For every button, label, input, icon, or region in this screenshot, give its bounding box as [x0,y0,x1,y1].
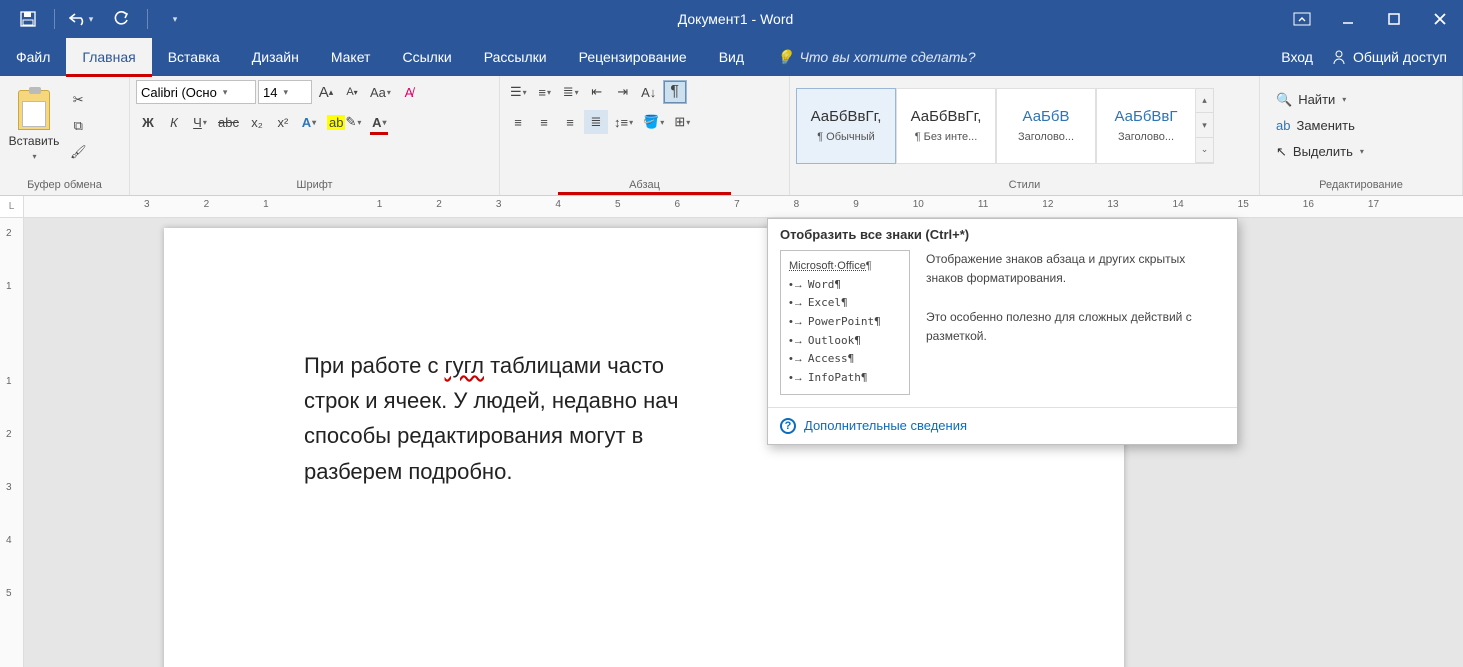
tooltip-preview: Microsoft·Office¶ •→Word¶ •→Excel¶ •→Pow… [780,250,910,395]
group-paragraph: ☰▾ ≡▾ ≣▾ ⇤ ⇥ A↓ ¶ ≡ ≡ ≡ ≣ ↕≡▾ 🪣▾ ⊞▾ Абза… [500,76,790,195]
tab-insert[interactable]: Вставка [152,38,236,76]
redo-icon[interactable] [103,3,139,35]
style-heading2[interactable]: АаБбВвГ Заголово... [1096,88,1196,164]
window-title: Документ1 - Word [192,11,1279,27]
clipboard-icon [18,90,50,130]
numbering-icon[interactable]: ≡▾ [533,80,557,104]
font-color-icon[interactable]: A▾ [367,110,391,134]
info-icon: ? [780,418,796,434]
tab-file[interactable]: Файл [0,38,66,76]
title-bar: ▾ ▾ Документ1 - Word [0,0,1463,38]
bulb-icon: 💡 [776,49,793,66]
save-icon[interactable] [10,3,46,35]
maximize-icon[interactable] [1371,0,1417,38]
copy-icon[interactable]: ⧉ [66,114,90,138]
style-normal[interactable]: АаБбВвГг, ¶ Обычный [796,88,896,164]
group-label-editing: Редактирование [1260,175,1462,195]
line-spacing-icon[interactable]: ↕≡▾ [610,110,637,134]
ribbon: Вставить ▾ ✂ ⧉ 🖌 Буфер обмена Calibri (О… [0,76,1463,196]
group-font: Calibri (Осно▾ 14▾ A▴ A▾ Aa▾ A̸ Ж К Ч▾ a… [130,76,500,195]
cursor-icon: ↖ [1276,144,1287,160]
ruler-row: L 3211234567891011121314151617 [0,196,1463,218]
shading-icon[interactable]: 🪣▾ [639,110,668,134]
group-styles: АаБбВвГг, ¶ Обычный АаБбВвГг, ¶ Без инте… [790,76,1260,195]
superscript-button[interactable]: x² [271,110,295,134]
justify-icon[interactable]: ≣ [584,110,608,134]
decrease-indent-icon[interactable]: ⇤ [585,80,609,104]
horizontal-ruler[interactable]: 3211234567891011121314151617 [24,196,1463,217]
replace-icon: ab [1276,118,1290,133]
select-button[interactable]: ↖Выделить▾ [1270,141,1370,163]
account-controls: Вход Общий доступ [1281,38,1463,76]
vertical-ruler[interactable]: 2112345 [0,218,24,667]
style-gallery[interactable]: АаБбВвГг, ¶ Обычный АаБбВвГг, ¶ Без инте… [796,88,1214,164]
change-case-icon[interactable]: Aa▾ [366,80,395,104]
style-no-spacing[interactable]: АаБбВвГг, ¶ Без инте... [896,88,996,164]
italic-button[interactable]: К [162,110,186,134]
tooltip-title: Отобразить все знаки (Ctrl+*) [768,219,1237,246]
sort-icon[interactable]: A↓ [637,80,661,104]
minimize-icon[interactable] [1325,0,1371,38]
tab-view[interactable]: Вид [703,38,760,76]
tab-mailings[interactable]: Рассылки [468,38,563,76]
style-heading1[interactable]: АаБбВ Заголово... [996,88,1096,164]
ribbon-options-icon[interactable] [1279,0,1325,38]
share-button[interactable]: Общий доступ [1331,49,1447,65]
group-clipboard: Вставить ▾ ✂ ⧉ 🖌 Буфер обмена [0,76,130,195]
close-icon[interactable] [1417,0,1463,38]
highlight-icon[interactable]: ab✎▾ [323,110,365,134]
multilevel-icon[interactable]: ≣▾ [559,80,583,104]
signin-link[interactable]: Вход [1281,49,1313,65]
workspace: 2112345 При работе с гугл таблицами част… [0,218,1463,667]
tab-home[interactable]: Главная [66,38,151,76]
bullets-icon[interactable]: ☰▾ [506,80,531,104]
increase-indent-icon[interactable]: ⇥ [611,80,635,104]
find-button[interactable]: 🔍Найти▾ [1270,89,1370,111]
quick-access-toolbar: ▾ ▾ [0,0,192,38]
replace-button[interactable]: abЗаменить [1270,115,1370,137]
group-label-clipboard: Буфер обмена [0,175,129,195]
group-editing: 🔍Найти▾ abЗаменить ↖Выделить▾ Редактиров… [1260,76,1463,195]
undo-icon[interactable]: ▾ [63,3,99,35]
shrink-font-icon[interactable]: A▾ [340,80,364,104]
clear-formatting-icon[interactable]: A̸ [397,80,421,104]
tab-references[interactable]: Ссылки [386,38,467,76]
grow-font-icon[interactable]: A▴ [314,80,338,104]
group-label-styles: Стили [790,175,1259,195]
tell-me-placeholder: Что вы хотите сделать? [799,49,975,65]
ribbon-tabs: Файл Главная Вставка Дизайн Макет Ссылки… [0,38,1463,76]
search-icon: 🔍 [1276,92,1292,108]
share-icon [1331,49,1347,65]
paste-button[interactable]: Вставить ▾ [6,86,62,166]
text-effects-icon[interactable]: A▾ [297,110,321,134]
bold-button[interactable]: Ж [136,110,160,134]
align-left-icon[interactable]: ≡ [506,110,530,134]
qat-customize-icon[interactable]: ▾ [156,3,192,35]
font-name-combo[interactable]: Calibri (Осно▾ [136,80,256,104]
strikethrough-button[interactable]: abc [214,110,243,134]
gallery-more[interactable]: ▴▾⌄ [1196,88,1214,164]
tell-me-search[interactable]: 💡 Что вы хотите сделать? [760,38,992,76]
align-center-icon[interactable]: ≡ [532,110,556,134]
show-marks-button[interactable]: ¶ [663,80,687,104]
format-painter-icon[interactable]: 🖌 [66,140,91,164]
tab-layout[interactable]: Макет [315,38,387,76]
group-label-font: Шрифт [130,175,499,195]
underline-button[interactable]: Ч▾ [188,110,212,134]
tab-design[interactable]: Дизайн [236,38,315,76]
font-size-combo[interactable]: 14▾ [258,80,312,104]
borders-icon[interactable]: ⊞▾ [670,110,694,134]
cut-icon[interactable]: ✂ [66,88,90,112]
subscript-button[interactable]: x₂ [245,110,269,134]
tooltip-description: Отображение знаков абзаца и других скрыт… [926,250,1225,395]
tab-review[interactable]: Рецензирование [563,38,703,76]
window-controls [1279,0,1463,38]
tooltip-show-marks: Отобразить все знаки (Ctrl+*) Microsoft·… [767,218,1238,445]
ruler-corner[interactable]: L [0,196,24,217]
document-area[interactable]: При работе с гугл таблицами часто xxxxxx… [24,218,1463,667]
tooltip-more-link[interactable]: Дополнительные сведения [804,418,967,433]
group-label-paragraph: Абзац [500,175,789,195]
align-right-icon[interactable]: ≡ [558,110,582,134]
